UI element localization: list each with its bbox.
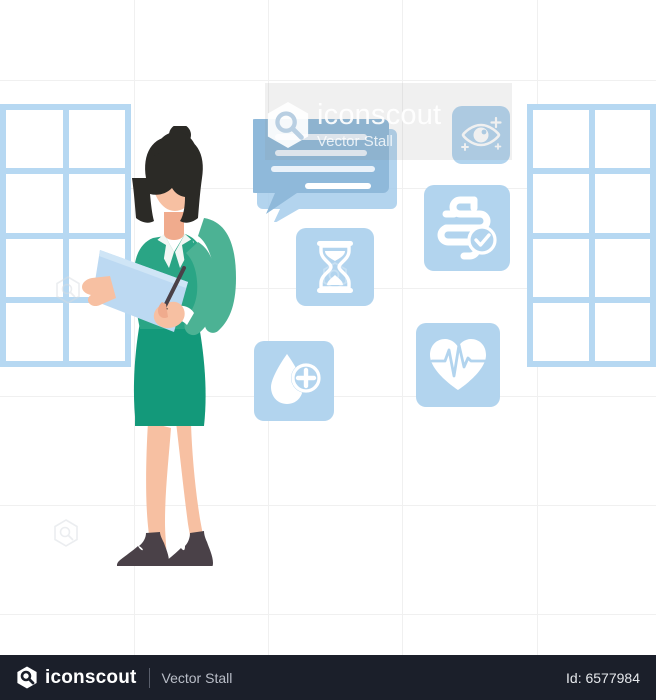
- eye-vision-icon: [452, 106, 510, 164]
- footer-divider: [148, 667, 150, 688]
- watermark-small-icon: [54, 519, 78, 547]
- footer-asset-id: Id: 6577984: [566, 669, 640, 686]
- iconscout-logo-icon: [17, 666, 37, 689]
- window-pane: [6, 302, 63, 361]
- grid-line-vertical: [402, 0, 403, 655]
- right-window: [527, 104, 656, 367]
- footer-brand: iconscout: [45, 666, 137, 688]
- illustration-canvas: iconscout Vector Stall iconscout Vector …: [0, 0, 656, 700]
- footer-vendor: Vector Stall: [161, 669, 233, 686]
- window-pane: [533, 110, 589, 169]
- window-pane: [594, 302, 650, 361]
- female-doctor: [78, 124, 268, 571]
- grid-line-vertical: [268, 0, 269, 655]
- intestine-check-icon: [424, 185, 510, 271]
- window-pane: [594, 110, 650, 169]
- window-pane: [6, 174, 63, 233]
- hourglass-icon: [296, 228, 374, 306]
- window-pane: [594, 174, 650, 233]
- window-pane: [6, 238, 63, 297]
- window-pane: [594, 238, 650, 297]
- footer-bar: iconscout Vector Stall Id: 6577984: [0, 655, 656, 700]
- window-pane: [533, 302, 589, 361]
- window-pane: [533, 174, 589, 233]
- heart-pulse-icon: [416, 323, 500, 407]
- grid-line-horizontal: [0, 614, 656, 615]
- window-pane: [6, 110, 63, 169]
- window-pane: [533, 238, 589, 297]
- chat-bubble-icon: [249, 107, 398, 224]
- grid-line-horizontal: [0, 80, 656, 81]
